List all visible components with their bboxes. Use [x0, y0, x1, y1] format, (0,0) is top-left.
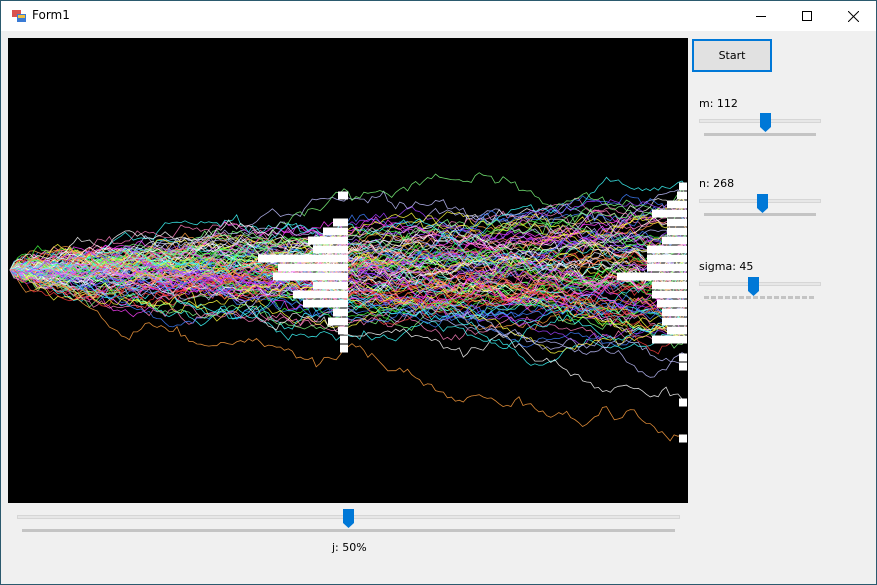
random-walk-plot [9, 172, 687, 443]
sigma-slider-thumb[interactable] [748, 277, 759, 296]
app-icon [12, 10, 26, 22]
histogram-bar [273, 272, 348, 281]
histogram-bar [667, 227, 687, 236]
histogram-bar [652, 335, 687, 344]
minimize-button[interactable] [738, 1, 784, 31]
histogram-bar [333, 308, 348, 317]
histogram-bar [662, 236, 687, 245]
histogram-bar [338, 191, 348, 200]
histogram-bar [338, 326, 348, 335]
n-slider-thumb[interactable] [757, 194, 768, 213]
m-slider-thumb[interactable] [760, 113, 771, 132]
histogram-bar [333, 218, 348, 227]
m-slider-ticks [704, 133, 816, 136]
histogram-bar [340, 344, 348, 353]
histogram-bar [293, 290, 348, 299]
sigma-slider-ticks [704, 296, 816, 299]
histogram-bar [652, 209, 687, 218]
histogram-bar [278, 263, 348, 272]
close-icon [847, 10, 859, 22]
maximize-button[interactable] [784, 1, 830, 31]
histogram-bar [679, 353, 687, 362]
histogram-bar [679, 398, 687, 407]
histogram-bar [323, 227, 348, 236]
histogram-bar [652, 281, 687, 290]
histogram-bar [258, 254, 348, 263]
n-slider-ticks [704, 213, 816, 216]
histogram-bar [662, 308, 687, 317]
title-bar[interactable]: Form1 [1, 1, 876, 31]
histogram-bar [679, 362, 687, 371]
histogram-bar [677, 191, 687, 200]
histogram-bar [303, 299, 348, 308]
histogram-bar [647, 254, 687, 263]
histogram-bar [647, 263, 687, 272]
j-slider-thumb[interactable] [343, 509, 354, 528]
simulation-canvas [8, 38, 688, 503]
start-button[interactable]: Start [692, 39, 772, 72]
j-label: j: 50% [332, 541, 367, 554]
close-button[interactable] [830, 1, 876, 31]
sigma-label: sigma: 45 [699, 260, 754, 273]
histogram-bar [652, 290, 687, 299]
histogram-bar [667, 200, 687, 209]
m-label: m: 112 [699, 97, 738, 110]
maximize-icon [802, 11, 812, 21]
app-window: Form1 Start m: 112 n: 268 sigma: 45 j: 5… [0, 0, 877, 585]
histogram-bar [328, 317, 348, 326]
histogram-bar [657, 299, 687, 308]
histogram-bar [340, 335, 348, 344]
histogram-bar [647, 245, 687, 254]
histogram-bar [313, 245, 348, 254]
histogram-bar [667, 218, 687, 227]
histogram-bar [617, 272, 687, 281]
histogram-bar [667, 326, 687, 335]
histogram-bar [679, 434, 687, 443]
n-label: n: 268 [699, 177, 735, 190]
j-slider-ticks [22, 529, 675, 532]
window-title: Form1 [32, 8, 70, 22]
histogram-bar [313, 281, 348, 290]
sigma-slider-track [699, 282, 821, 286]
minimize-icon [756, 16, 766, 17]
histogram-bar [662, 317, 687, 326]
histogram-bar [308, 236, 348, 245]
histogram-bar [679, 182, 687, 191]
